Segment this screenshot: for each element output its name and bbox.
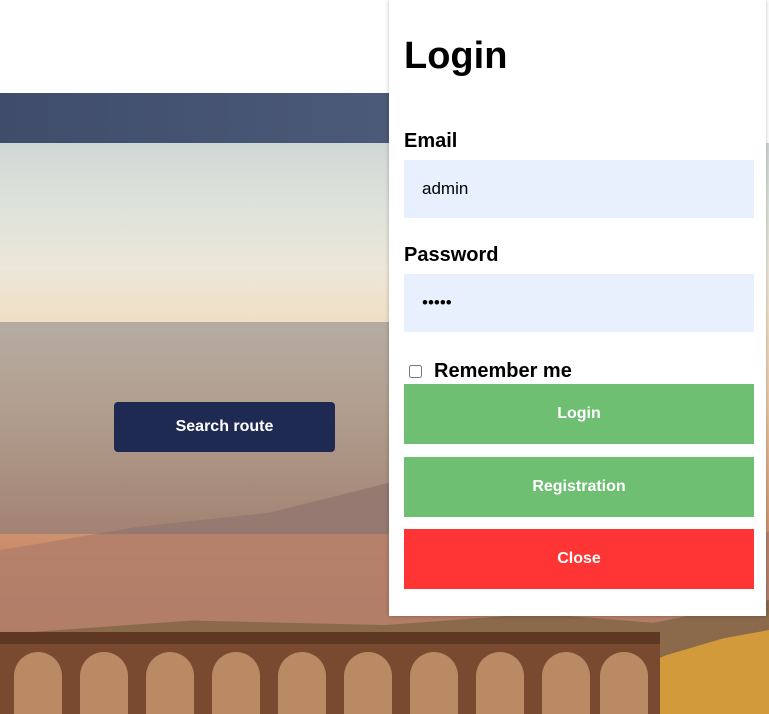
viaduct-deck (0, 632, 660, 644)
viaduct-arch (146, 652, 194, 714)
login-modal: Login Email Password Remember me Login R… (389, 0, 766, 616)
viaduct-arch (14, 652, 62, 714)
search-route-button[interactable]: Search route (114, 402, 335, 452)
login-button[interactable]: Login (404, 384, 754, 444)
viaduct-arch (278, 652, 326, 714)
viaduct-arch (80, 652, 128, 714)
login-title: Login (404, 35, 508, 77)
viaduct-arch (476, 652, 524, 714)
viaduct-arch (600, 652, 648, 714)
close-button[interactable]: Close (404, 529, 754, 589)
remember-me-checkbox[interactable] (409, 365, 422, 378)
email-field[interactable] (404, 160, 754, 218)
password-field[interactable] (404, 274, 754, 332)
registration-button[interactable]: Registration (404, 457, 754, 517)
password-label: Password (404, 244, 499, 266)
navigation-bar (0, 93, 389, 143)
header-area (0, 0, 389, 93)
page: rain Search route Login Email Password R… (0, 0, 769, 714)
remember-me-label: Remember me (434, 360, 572, 382)
remember-me-row: Remember me (409, 360, 572, 383)
email-label: Email (404, 130, 458, 152)
viaduct-arch (410, 652, 458, 714)
viaduct-arch (542, 652, 590, 714)
viaduct-arch (344, 652, 392, 714)
viaduct-arch (212, 652, 260, 714)
